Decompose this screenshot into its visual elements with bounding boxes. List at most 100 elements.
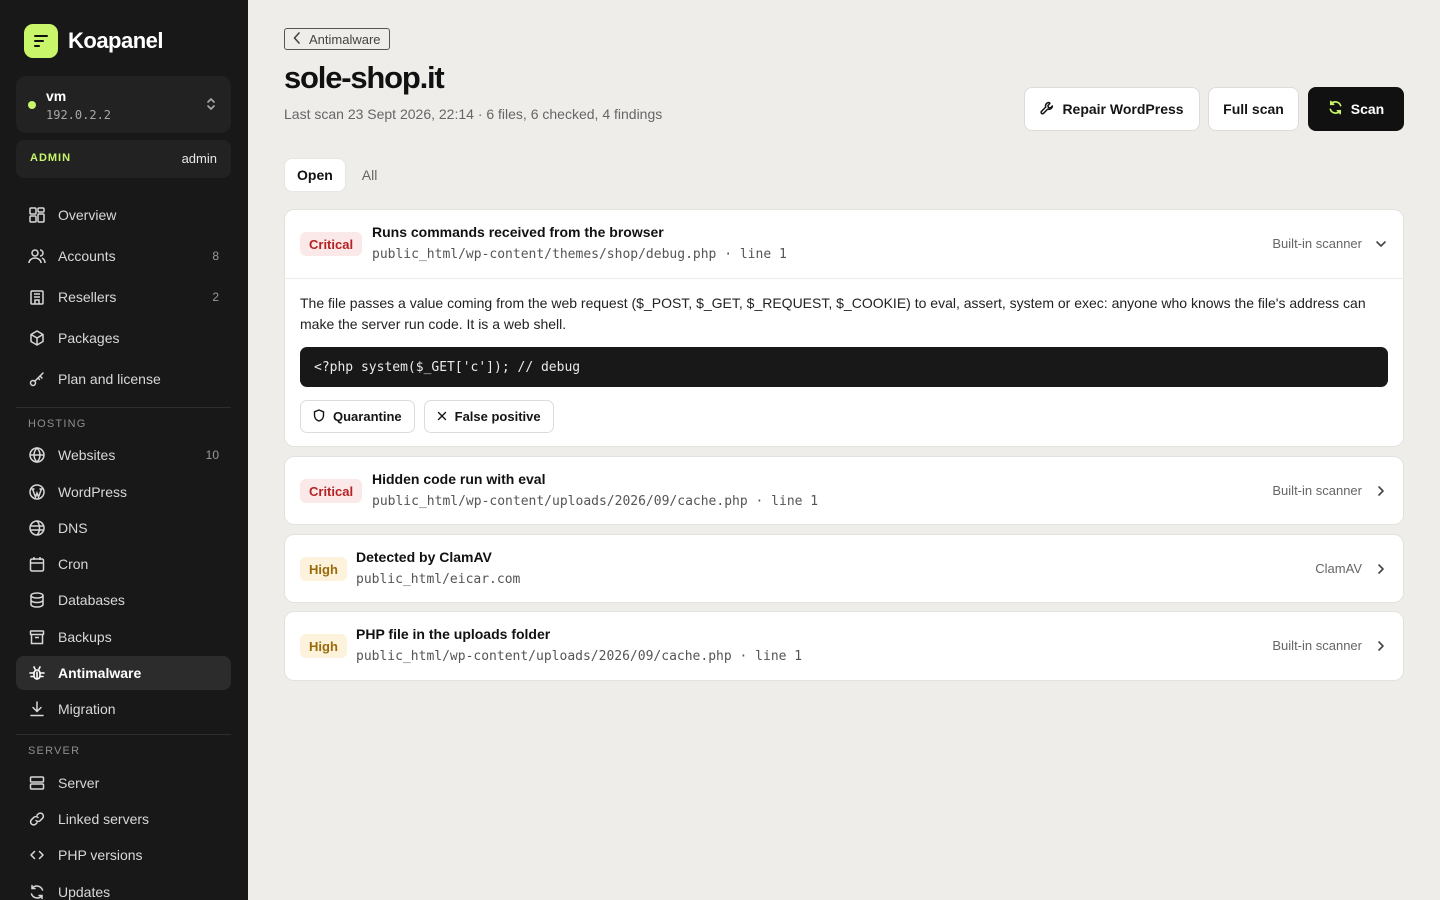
sidebar-item-count: 2: [212, 290, 219, 304]
scan-label: Scan: [1350, 101, 1385, 117]
finding-title: Runs commands received from the browser: [372, 224, 664, 240]
false-positive-label: False positive: [454, 409, 541, 424]
sidebar-item-websites[interactable]: Websites 10: [16, 438, 231, 472]
sidebar-item-databases[interactable]: Databases: [16, 583, 231, 617]
role-user: admin: [181, 151, 217, 166]
sidebar-item-count: 8: [212, 249, 219, 263]
sidebar-item-resellers[interactable]: Resellers 2: [16, 280, 231, 314]
severity-badge: High: [300, 634, 347, 658]
sidebar-item-wordpress[interactable]: WordPress: [16, 475, 231, 509]
sidebar-item-packages[interactable]: Packages: [16, 321, 231, 355]
sidebar-item-linked-servers[interactable]: Linked servers: [16, 802, 231, 836]
sidebar-item-label: Websites: [58, 447, 116, 463]
scan-button[interactable]: Scan: [1308, 87, 1404, 131]
finding-card[interactable]: High PHP file in the uploads folder publ…: [284, 611, 1404, 681]
scan-summary: Last scan 23 Sept 2026, 22:14 · 6 files,…: [284, 106, 663, 122]
sidebar-item-label: Cron: [58, 556, 89, 572]
sidebar-item-antimalware[interactable]: Antimalware: [16, 656, 231, 690]
sidebar-item-plan[interactable]: Plan and license: [16, 362, 231, 396]
sidebar-item-label: Accounts: [58, 248, 116, 264]
finding-actions: Quarantine False positive: [300, 400, 1388, 433]
link-icon: [28, 810, 46, 828]
sidebar-item-label: Plan and license: [58, 371, 161, 387]
false-positive-button[interactable]: False positive: [423, 400, 554, 433]
sidebar-item-label: Server: [58, 775, 100, 791]
dns-globe-icon: [28, 519, 46, 537]
sidebar-item-label: Migration: [58, 701, 116, 717]
full-scan-button[interactable]: Full scan: [1208, 87, 1299, 131]
sidebar-item-label: DNS: [58, 520, 88, 536]
sidebar-item-overview[interactable]: Overview: [16, 198, 231, 232]
sidebar-item-label: Antimalware: [58, 665, 142, 681]
sidebar-item-label: Updates: [58, 884, 111, 900]
chevron-right-icon[interactable]: [1375, 562, 1387, 580]
repair-wordpress-button[interactable]: Repair WordPress: [1024, 87, 1200, 131]
shield-icon: [313, 408, 325, 425]
findings-tabs: Open All: [284, 158, 389, 194]
sidebar-item-backups[interactable]: Backups: [16, 620, 231, 654]
severity-badge: Critical: [300, 232, 363, 256]
quarantine-button[interactable]: Quarantine: [300, 400, 415, 433]
tab-all[interactable]: All: [350, 158, 390, 192]
full-scan-label: Full scan: [1223, 101, 1284, 117]
sidebar-item-server[interactable]: Server: [16, 766, 231, 800]
chevron-right-icon[interactable]: [1375, 484, 1387, 502]
sidebar-item-label: Packages: [58, 330, 120, 346]
finding-card[interactable]: Critical Hidden code run with eval publi…: [284, 456, 1404, 525]
severity-badge: High: [300, 557, 347, 581]
globe-icon: [28, 446, 46, 464]
tab-open[interactable]: Open: [284, 158, 346, 192]
server-selector[interactable]: vm 192.0.2.2: [16, 76, 231, 133]
sidebar-item-label: Resellers: [58, 289, 117, 305]
finding-details: The file passes a value coming from the …: [285, 278, 1403, 448]
server-status-dot: [28, 101, 36, 109]
sidebar-divider: [16, 734, 231, 735]
bug-icon: [28, 664, 46, 682]
chevron-down-icon[interactable]: [1375, 237, 1387, 255]
finding-source: Built-in scanner: [1272, 236, 1362, 251]
finding-title: Detected by ClamAV: [356, 549, 492, 565]
sidebar-item-label: PHP versions: [58, 847, 143, 863]
finding-path: public_html/wp-content/uploads/2026/09/c…: [372, 494, 819, 509]
finding-source: ClamAV: [1315, 561, 1362, 576]
close-icon: [437, 409, 447, 424]
finding-source: Built-in scanner: [1272, 483, 1362, 498]
download-icon: [28, 700, 46, 718]
sidebar-item-cron[interactable]: Cron: [16, 547, 231, 581]
refresh-icon: [1328, 100, 1343, 118]
sidebar-item-php-versions[interactable]: PHP versions: [16, 838, 231, 872]
server-icon: [28, 774, 46, 792]
sidebar-item-label: WordPress: [58, 484, 127, 500]
sidebar-item-updates[interactable]: Updates: [16, 875, 231, 900]
wordpress-icon: [28, 483, 46, 501]
role-label: ADMIN: [30, 152, 72, 164]
brand[interactable]: Koapanel: [24, 24, 164, 58]
sidebar-item-label: Overview: [58, 207, 117, 223]
quarantine-label: Quarantine: [333, 409, 402, 424]
finding-card: Critical Runs commands received from the…: [284, 209, 1404, 447]
grid-icon: [28, 206, 46, 224]
finding-card[interactable]: High Detected by ClamAV public_html/eica…: [284, 534, 1404, 603]
brand-name: Koapanel: [68, 28, 164, 53]
archive-icon: [28, 628, 46, 646]
database-icon: [28, 591, 46, 609]
wrench-icon: [1040, 101, 1054, 118]
finding-title: Hidden code run with eval: [372, 471, 546, 487]
finding-source: Built-in scanner: [1272, 638, 1362, 653]
sidebar-item-migration[interactable]: Migration: [16, 692, 231, 726]
back-button[interactable]: Antimalware: [284, 28, 390, 50]
sidebar-item-dns[interactable]: DNS: [16, 511, 231, 545]
chevron-left-icon: [293, 31, 301, 47]
finding-header[interactable]: Critical Runs commands received from the…: [285, 210, 1403, 278]
finding-description: The file passes a value coming from the …: [300, 295, 1366, 332]
sidebar: Koapanel vm 192.0.2.2 ADMIN admin Overvi…: [0, 0, 248, 900]
sidebar-item-accounts[interactable]: Accounts 8: [16, 239, 231, 273]
sidebar-section-hosting: HOSTING: [28, 418, 87, 430]
users-icon: [28, 247, 46, 265]
finding-path: public_html/wp-content/uploads/2026/09/c…: [356, 649, 803, 664]
refresh-icon: [28, 883, 46, 900]
code-icon: [28, 846, 46, 864]
sidebar-item-label: Linked servers: [58, 811, 150, 827]
chevron-right-icon[interactable]: [1375, 639, 1387, 657]
brand-logo-icon: [24, 24, 58, 58]
